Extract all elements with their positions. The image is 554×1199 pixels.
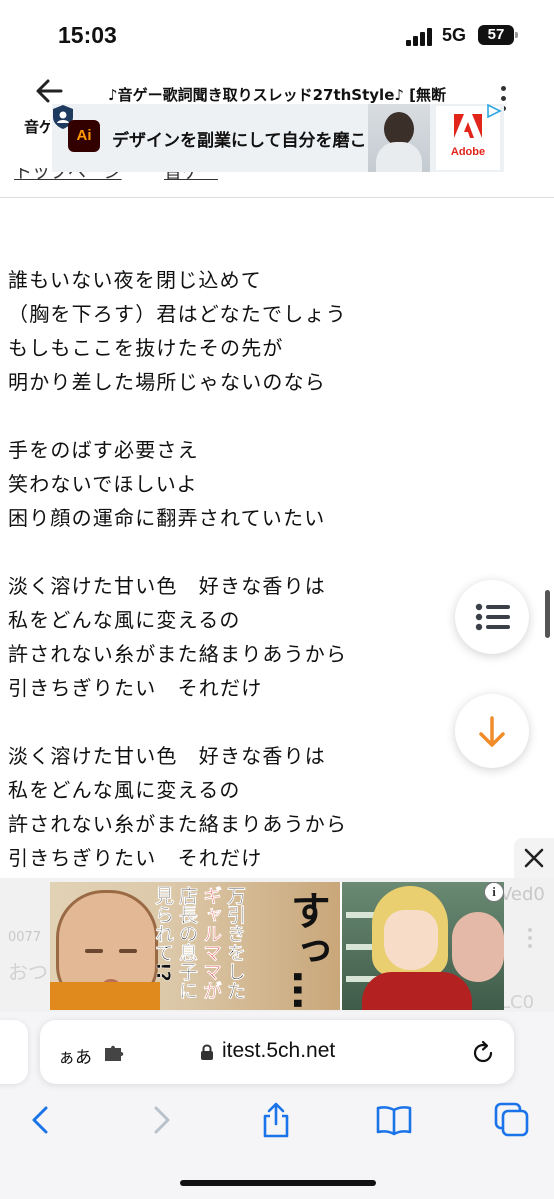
post-body: 誰もいない夜を閉じ込めて （胸を下ろす）君はどなたでしょう もしもここを抜けたそ… (8, 263, 448, 875)
lyric-line: 私をどんな風に変えるの (8, 608, 241, 632)
battery-level: 57 (487, 26, 505, 43)
previous-tab-pill[interactable] (0, 1020, 28, 1084)
lyric-line: 引きちぎりたい それだけ (8, 676, 263, 700)
manga-boy (452, 912, 504, 982)
back-chevron-icon[interactable] (22, 1100, 62, 1140)
ad-headline[interactable]: デザインを副業にして自分を磨こう (112, 126, 384, 151)
ad-person-image (368, 104, 430, 172)
status-time: 15:03 (58, 22, 117, 48)
post-list-button[interactable] (455, 580, 529, 654)
signal-bars-icon (406, 28, 436, 46)
close-icon (524, 848, 544, 868)
status-bar: 15:03 5G 57 (0, 0, 554, 70)
caption-line: 見られて!? (152, 886, 174, 982)
thread-title: ♪音ゲー歌詞聞き取りスレッド27thStyle♪ [無断 (108, 86, 447, 104)
lyric-line: 明かり差した場所じゃないのなら (8, 370, 326, 394)
adobe-logo-icon (454, 114, 482, 138)
caption-line: ギャルママが (200, 886, 222, 1000)
lyric-line: 淡く溶けた甘い色 好きな香りは (8, 744, 326, 768)
lyric-line: 許されない糸がまた絡まりあうから (8, 642, 348, 666)
post-menu-icon[interactable] (528, 928, 534, 952)
lyric-line: 許されない糸がまた絡まりあうから (8, 812, 348, 836)
arrow-down-icon (479, 716, 505, 747)
battery-icon: 57 (478, 25, 518, 45)
lyric-line: 困り顔の運命に翻弄されていたい (8, 506, 326, 530)
network-type: 5G (442, 25, 467, 45)
manga-robe (50, 982, 160, 1010)
puzzle-extension-icon[interactable] (104, 1044, 126, 1062)
scrollbar[interactable] (545, 590, 550, 638)
lyric-line: 笑わないでほしいよ (8, 472, 198, 496)
illustrator-logo: Ai (68, 120, 100, 152)
list-icon (475, 603, 510, 631)
lyric-line: 引きちぎりたい それだけ (8, 846, 263, 870)
post-text: おつ (8, 960, 48, 984)
forward-chevron-icon[interactable] (140, 1100, 180, 1140)
share-icon[interactable] (256, 1100, 296, 1140)
adobe-brand: Adobe (450, 146, 486, 158)
post-id-fragment: Ved0 (500, 884, 545, 905)
board-label[interactable]: 音ゲー (24, 116, 50, 137)
manga-caption: 万引きをした ギャルママが 店長の息子に 見られて!? (150, 886, 246, 1006)
url-text[interactable]: itest.5ch.net (222, 1039, 335, 1063)
manga-sfx: すっ… (284, 890, 330, 1010)
bookmarks-icon[interactable] (374, 1100, 414, 1140)
lock-icon (201, 1044, 213, 1060)
post-id-fragment-2: LC0 (500, 992, 535, 1013)
caption-line: 店長の息子に (176, 886, 198, 1000)
lyric-line: もしもここを抜けたその先が (8, 336, 284, 360)
ad-choices-icon[interactable] (486, 104, 502, 118)
home-indicator (180, 1180, 376, 1186)
lyric-line: 淡く溶けた甘い色 好きな香りは (8, 574, 326, 598)
back-arrow-icon[interactable] (34, 76, 64, 106)
lyric-line: 私をどんな風に変えるの (8, 778, 241, 802)
manga-girl-shirt (362, 972, 472, 1010)
caption-line: 万引きをした (224, 886, 246, 1000)
info-icon[interactable]: i (484, 882, 504, 902)
reload-icon[interactable] (470, 1040, 496, 1066)
tabs-icon[interactable] (492, 1100, 532, 1140)
scroll-down-button[interactable] (455, 694, 529, 768)
lyric-line: 誰もいない夜を閉じ込めて (8, 268, 262, 292)
lyric-line: （胸を下ろす）君はどなたでしょう (8, 302, 347, 326)
post-number: 0077 (8, 930, 42, 945)
divider (0, 197, 554, 198)
page-settings-button[interactable]: ぁあ (58, 1043, 92, 1068)
manga-girl-face (384, 910, 438, 970)
ad-close-button[interactable] (514, 838, 554, 878)
lyric-line: 手をのばす必要さえ (8, 438, 199, 462)
